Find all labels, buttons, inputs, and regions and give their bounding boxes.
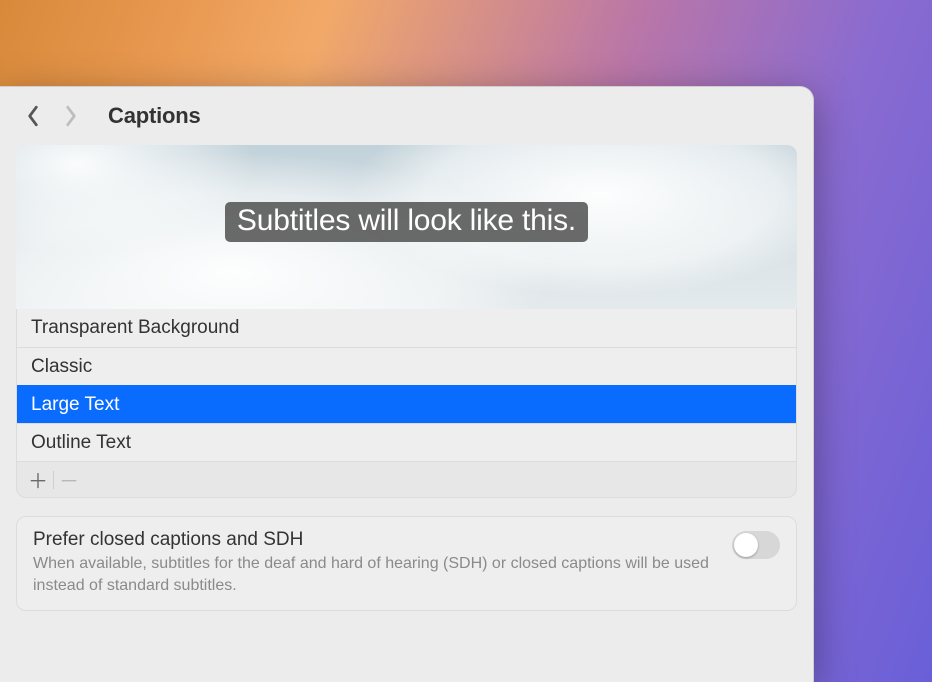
style-row-label: Classic bbox=[31, 356, 92, 378]
style-row-label: Transparent Background bbox=[31, 317, 239, 339]
toggle-knob bbox=[734, 533, 758, 557]
subtitle-preview: Subtitles will look like this. bbox=[16, 145, 797, 309]
style-row-label: Large Text bbox=[31, 394, 119, 416]
chevron-left-icon bbox=[26, 105, 40, 127]
option-title: Prefer closed captions and SDH bbox=[33, 529, 716, 551]
captions-preferences-window: Captions Subtitles will look like this. … bbox=[0, 86, 814, 682]
minus-icon: － bbox=[59, 465, 79, 494]
plus-icon: ＋ bbox=[28, 465, 48, 494]
style-row-label: Outline Text bbox=[31, 432, 131, 454]
chevron-right-icon bbox=[64, 105, 78, 127]
style-row-outline-text[interactable]: Outline Text bbox=[17, 423, 796, 461]
page-title: Captions bbox=[108, 103, 201, 129]
add-style-button[interactable]: ＋ bbox=[23, 466, 53, 494]
forward-button[interactable] bbox=[54, 101, 88, 131]
option-text-block: Prefer closed captions and SDH When avai… bbox=[33, 529, 716, 596]
subtitle-sample-text: Subtitles will look like this. bbox=[225, 202, 588, 242]
style-list-footer: ＋ － bbox=[16, 462, 797, 498]
back-button[interactable] bbox=[16, 101, 50, 131]
style-row-classic[interactable]: Classic bbox=[17, 347, 796, 385]
style-row-transparent-background[interactable]: Transparent Background bbox=[17, 309, 796, 347]
style-row-large-text[interactable]: Large Text bbox=[17, 385, 796, 423]
prefer-sdh-option: Prefer closed captions and SDH When avai… bbox=[16, 516, 797, 611]
remove-style-button[interactable]: － bbox=[54, 466, 84, 494]
prefer-sdh-toggle[interactable] bbox=[732, 531, 780, 559]
option-description: When available, subtitles for the deaf a… bbox=[33, 553, 716, 596]
titlebar: Captions bbox=[0, 87, 813, 145]
content-area: Subtitles will look like this. Transpare… bbox=[0, 145, 813, 627]
caption-style-list: Transparent Background Classic Large Tex… bbox=[16, 309, 797, 462]
